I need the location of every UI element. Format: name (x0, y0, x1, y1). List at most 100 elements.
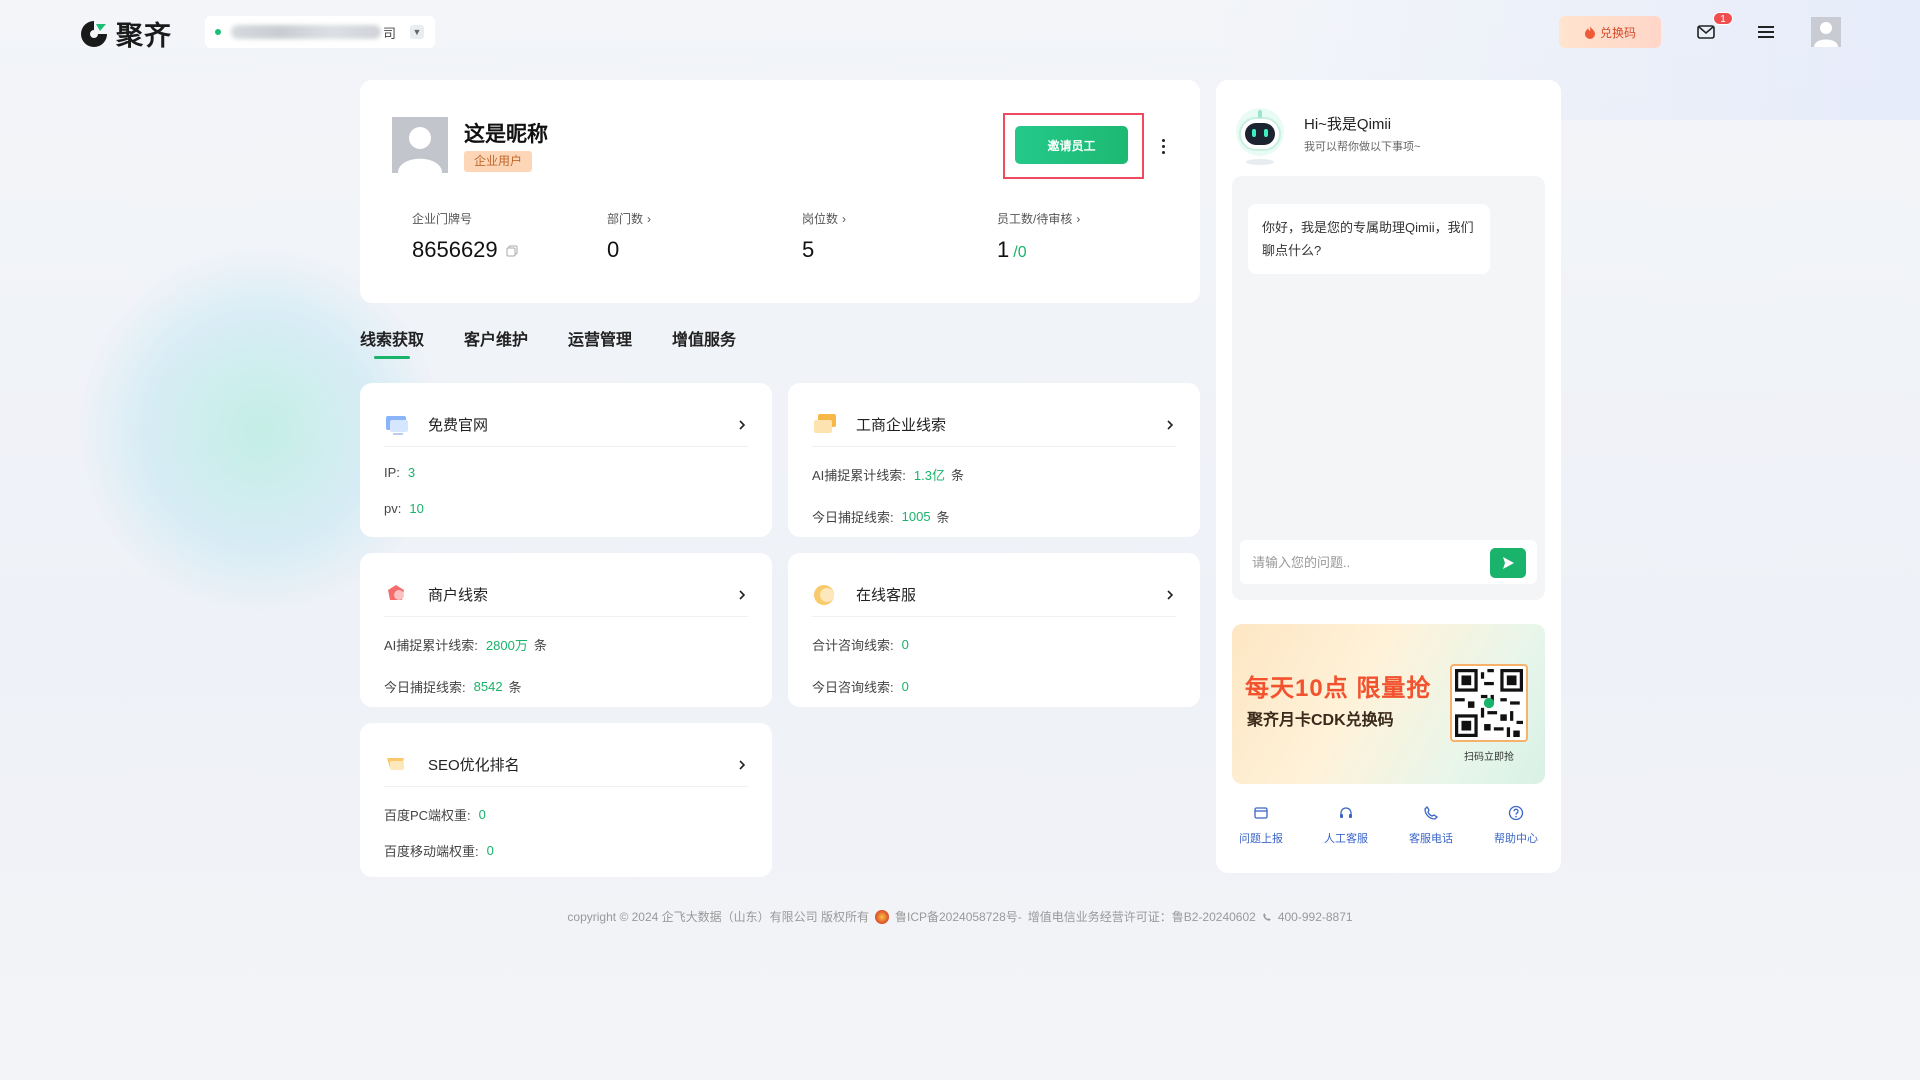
row-label: 百度移动端权重: (384, 844, 479, 859)
row-value: 0 (901, 637, 909, 652)
quick-label: 人工客服 (1324, 833, 1368, 845)
row-value: 0 (486, 843, 494, 858)
service-title: SEO优化排名 (428, 757, 520, 774)
chevron-right-icon (1167, 589, 1174, 600)
row-unit: 条 (950, 468, 964, 483)
icp-link[interactable]: 鲁ICP备2024058728号- (895, 908, 1022, 925)
ai-subtitle: 我可以帮你做以下事项~ (1304, 141, 1421, 153)
user-type-badge: 企业用户 (464, 151, 533, 172)
stat-label: 企业门牌号 (412, 212, 473, 226)
menu-icon[interactable] (1753, 19, 1779, 45)
stat-departments[interactable]: 部门数 › 0 (607, 210, 651, 263)
row-label: 今日捕捉线索: (812, 510, 894, 525)
stat-pending: /0 (1013, 244, 1027, 261)
quick-help-center[interactable]: 帮助中心 (1481, 805, 1551, 846)
profile-card: 这是昵称 企业用户 邀请员工 企业门牌号 8656629 部门数 › 0 岗位数 ›… (360, 80, 1200, 303)
service-card-business-leads[interactable]: 工商企业线索 AI捕捉累计线索: 1.3亿条 今日捕捉线索: 1005 条 (788, 383, 1200, 537)
quick-human-support[interactable]: 人工客服 (1311, 805, 1381, 846)
chevron-right-icon: › (842, 211, 847, 226)
stat-value: 8656629 (412, 237, 498, 262)
stat-company-number: 企业门牌号 8656629 (412, 210, 518, 263)
fire-icon (1584, 25, 1595, 39)
phone-icon (1263, 912, 1271, 921)
stat-value: 5 (802, 237, 815, 262)
tab-customer-maintenance[interactable]: 客户维护 (464, 326, 528, 359)
row-unit: 条 (533, 638, 547, 653)
stat-value: 1 (997, 237, 1010, 262)
seo-icon (387, 757, 404, 770)
chevron-right-icon (739, 589, 746, 600)
quick-label: 帮助中心 (1494, 833, 1538, 845)
logo-icon (81, 20, 107, 47)
more-options-icon[interactable] (1155, 135, 1171, 157)
status-dot (215, 29, 221, 35)
qr-caption: 扫码立即抢 (1464, 752, 1514, 763)
stat-value: 0 (607, 237, 620, 262)
company-selector[interactable]: 司 ▼ (205, 16, 435, 48)
profile-avatar[interactable] (392, 117, 448, 173)
stat-label: 部门数 (607, 212, 644, 226)
banner-subtitle: 聚齐月卡CDK兑换码 (1247, 712, 1394, 729)
send-button[interactable] (1490, 548, 1526, 578)
invite-highlight-box: 邀请员工 (1003, 113, 1144, 179)
quick-report-issue[interactable]: 问题上报 (1226, 805, 1296, 846)
chat-area: 你好，我是您的专属助理Qimii，我们聊点什么? (1232, 176, 1545, 600)
service-title: 在线客服 (856, 587, 917, 604)
row-value: 1.3亿 (913, 468, 945, 483)
merchant-icon (388, 584, 404, 600)
report-icon (1254, 807, 1268, 819)
row-label: AI捕捉累计线索: (384, 638, 478, 653)
promo-banner[interactable]: 每天10点 限量抢 聚齐月卡CDK兑换码 扫码立即抢 (1232, 624, 1545, 784)
chat-bubble-icon (814, 584, 834, 605)
service-card-seo[interactable]: SEO优化排名 百度PC端权重: 0 百度移动端权重: 0 (360, 723, 772, 877)
footer: copyright © 2024 企飞大数据（山东）有限公司 版权所有 鲁ICP… (0, 908, 1920, 925)
invite-employee-button[interactable]: 邀请员工 (1015, 126, 1128, 164)
tab-value-added[interactable]: 增值服务 (672, 326, 736, 359)
row-value: 10 (409, 501, 424, 516)
help-icon (1508, 805, 1524, 821)
top-bar: 聚齐 司 ▼ 兑换码 1 (0, 0, 1920, 64)
monitor-icon (386, 415, 408, 435)
row-value: 1005 (901, 509, 931, 524)
company-name-blurred (231, 25, 381, 39)
qr-code-icon (1455, 669, 1523, 737)
send-icon (1503, 557, 1514, 569)
row-value: 3 (407, 465, 416, 480)
headset-icon (1340, 807, 1352, 818)
service-card-merchant-leads[interactable]: 商户线索 AI捕捉累计线索: 2800万条 今日捕捉线索: 8542 条 (360, 553, 772, 707)
user-avatar[interactable] (1811, 17, 1841, 47)
quick-label: 问题上报 (1239, 833, 1283, 845)
copyright-text: copyright © 2024 企飞大数据（山东）有限公司 版权所有 (567, 910, 869, 924)
quick-support-phone[interactable]: 客服电话 (1396, 805, 1466, 846)
service-title: 工商企业线索 (856, 417, 947, 434)
chevron-right-icon: › (1076, 211, 1081, 226)
service-card-website[interactable]: 免费官网 IP: 3 pv: 10 (360, 383, 772, 537)
ai-greeting: Hi~我是Qimii (1304, 116, 1392, 133)
row-unit: 条 (936, 510, 950, 525)
redeem-label: 兑换码 (1599, 25, 1636, 40)
row-value: 8542 (473, 679, 503, 694)
police-badge-icon (875, 909, 889, 924)
service-card-online-support[interactable]: 在线客服 合计咨询线索: 0 今日咨询线索: 0 (788, 553, 1200, 707)
tab-lead-acquisition[interactable]: 线索获取 (360, 326, 424, 359)
row-label: 合计咨询线索: (812, 638, 894, 653)
service-title: 免费官网 (428, 417, 489, 434)
chevron-right-icon: › (647, 211, 652, 226)
chat-input[interactable] (1252, 540, 1482, 584)
redeem-code-button[interactable]: 兑换码 (1559, 16, 1661, 48)
tab-operations[interactable]: 运营管理 (568, 326, 632, 359)
logo[interactable]: 聚齐 (78, 14, 172, 53)
banner-title: 每天10点 限量抢 (1245, 675, 1432, 702)
license-text: 增值电信业务经营许可证：鲁B2-20240602 (1027, 910, 1256, 924)
stat-positions[interactable]: 岗位数 › 5 (802, 210, 846, 263)
person-icon (398, 127, 442, 173)
copy-icon[interactable] (506, 245, 518, 257)
chat-input-box (1240, 540, 1537, 584)
row-value: 0 (478, 807, 486, 822)
category-tabs: 线索获取 客户维护 运营管理 增值服务 (360, 326, 736, 359)
logo-text: 聚齐 (116, 21, 172, 51)
quick-label: 客服电话 (1409, 833, 1453, 845)
stat-label: 岗位数 (802, 212, 839, 226)
qr-code (1450, 664, 1528, 742)
stat-employees[interactable]: 员工数/待审核 › 1/0 (997, 210, 1080, 263)
